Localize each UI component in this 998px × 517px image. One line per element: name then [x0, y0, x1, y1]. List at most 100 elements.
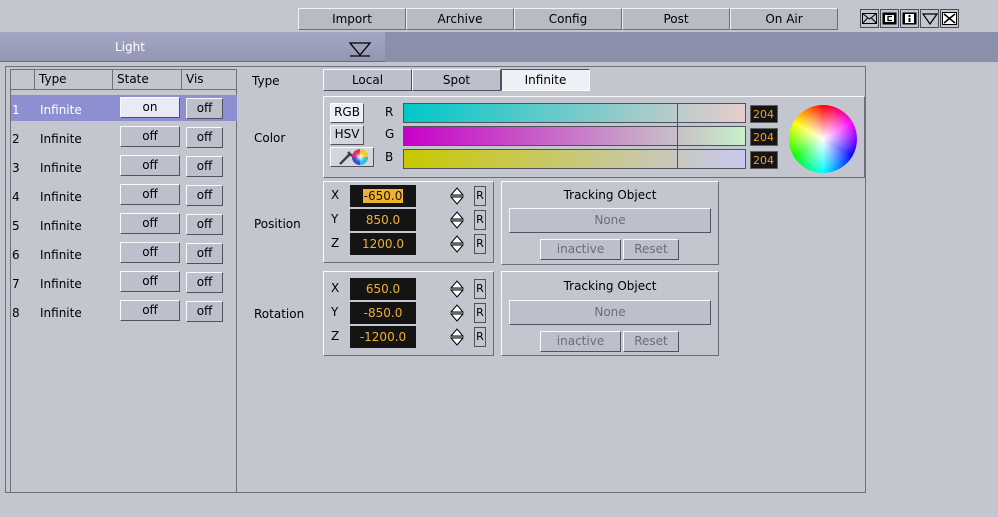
row-state-button[interactable]: off	[120, 184, 180, 205]
import-button[interactable]: Import	[298, 8, 406, 30]
info-icon[interactable]	[900, 9, 919, 28]
row-state-button[interactable]: off	[120, 126, 180, 147]
table-header-vis[interactable]: Vis	[182, 69, 237, 90]
close-icon[interactable]	[940, 9, 959, 28]
g-value-field[interactable]: 204	[750, 128, 778, 146]
g-channel-slider[interactable]	[403, 126, 746, 146]
position-axis-label: Z	[331, 236, 340, 250]
row-vis-button[interactable]: off	[186, 272, 223, 293]
g-channel-label: G	[385, 127, 395, 141]
row-state-button[interactable]: on	[120, 97, 180, 118]
position-tracking-title: Tracking Object	[563, 188, 657, 202]
minimize-icon[interactable]	[920, 9, 939, 28]
row-type[interactable]: Infinite	[40, 277, 82, 291]
row-vis-button[interactable]: off	[186, 185, 223, 206]
spinner-arrows-icon[interactable]	[449, 234, 465, 254]
b-value-field[interactable]: 204	[750, 151, 778, 169]
type-label: Type	[252, 74, 280, 88]
type-local-button[interactable]: Local	[323, 69, 412, 91]
position-axis-label: X	[331, 188, 340, 202]
eyedropper-icon	[339, 149, 368, 165]
row-state-button[interactable]: off	[120, 155, 180, 176]
b-channel-slider[interactable]	[403, 149, 746, 169]
on-air-button[interactable]: On Air	[730, 8, 838, 30]
position-z-field[interactable]: 1200.0	[350, 233, 416, 255]
rotation-y-reset-button[interactable]: R	[474, 303, 486, 323]
b-channel-label: B	[385, 150, 394, 164]
rotation-tracking-inactive-button[interactable]: inactive	[540, 331, 621, 352]
copyright-icon[interactable]	[880, 9, 899, 28]
row-number: 8	[12, 306, 20, 320]
position-y-reset-button[interactable]: R	[474, 210, 486, 230]
rotation-tracking-title: Tracking Object	[563, 279, 657, 293]
rotation-tracking-object-field[interactable]: None	[509, 300, 711, 325]
position-y-field[interactable]: 850.0	[350, 209, 416, 231]
color-wheel[interactable]	[789, 105, 857, 173]
r-channel-slider[interactable]	[403, 103, 746, 123]
row-number: 1	[12, 103, 20, 117]
row-state-button[interactable]: off	[120, 213, 180, 234]
spinner-arrows-icon[interactable]	[449, 327, 465, 347]
row-type[interactable]: Infinite	[40, 248, 82, 262]
spinner-arrows-icon[interactable]	[449, 279, 465, 299]
row-vis-button[interactable]: off	[186, 243, 223, 264]
config-button[interactable]: Config	[514, 8, 622, 30]
rotation-x-reset-button[interactable]: R	[474, 279, 486, 299]
row-vis-button[interactable]: off	[186, 214, 223, 235]
row-state-button[interactable]: off	[120, 271, 180, 292]
row-type[interactable]: Infinite	[40, 103, 82, 117]
r-value-field[interactable]: 204	[750, 105, 778, 123]
rotation-z-reset-button[interactable]: R	[474, 327, 486, 347]
position-axis-label: Y	[331, 212, 339, 226]
rotation-z-field[interactable]: -1200.0	[350, 326, 416, 348]
table-header-state[interactable]: State	[113, 69, 182, 90]
light-selector[interactable]	[0, 32, 385, 62]
row-type[interactable]: Infinite	[40, 161, 82, 175]
row-type[interactable]: Infinite	[40, 219, 82, 233]
rotation-label: Rotation	[254, 307, 305, 321]
row-number: 6	[12, 248, 20, 262]
rotation-axis-label: Y	[331, 305, 339, 319]
row-vis-button[interactable]: off	[186, 156, 223, 177]
position-tracking-object-field[interactable]: None	[509, 208, 711, 233]
hsv-mode-button[interactable]: HSV	[330, 125, 364, 145]
rgb-mode-button[interactable]: RGB	[330, 103, 364, 123]
row-number: 3	[12, 161, 20, 175]
position-label: Position	[254, 217, 301, 231]
row-number: 5	[12, 219, 20, 233]
type-infinite-button[interactable]: Infinite	[501, 69, 590, 91]
row-vis-button[interactable]: off	[186, 301, 223, 322]
position-tracking-inactive-button[interactable]: inactive	[540, 239, 621, 260]
position-z-reset-button[interactable]: R	[474, 234, 486, 254]
row-state-button[interactable]: off	[120, 300, 180, 321]
rotation-axis-label: X	[331, 281, 340, 295]
post-button[interactable]: Post	[622, 8, 730, 30]
rotation-y-field[interactable]: -850.0	[350, 302, 416, 324]
archive-button[interactable]: Archive	[406, 8, 514, 30]
row-vis-button[interactable]: off	[186, 98, 223, 119]
row-vis-button[interactable]: off	[186, 127, 223, 148]
table-header-type[interactable]: Type	[35, 69, 113, 90]
chevron-down-icon[interactable]	[348, 41, 372, 60]
position-x-reset-button[interactable]: R	[474, 186, 486, 206]
table-header-num	[11, 69, 35, 90]
position-tracking-reset-button[interactable]: Reset	[623, 239, 679, 260]
spinner-arrows-icon[interactable]	[449, 186, 465, 206]
type-spot-button[interactable]: Spot	[412, 69, 501, 91]
row-number: 4	[12, 190, 20, 204]
spinner-arrows-icon[interactable]	[449, 210, 465, 230]
row-number: 7	[12, 277, 20, 291]
row-type[interactable]: Infinite	[40, 190, 82, 204]
row-number: 2	[12, 132, 20, 146]
color-picker-button[interactable]	[330, 147, 374, 167]
rotation-tracking-reset-button[interactable]: Reset	[623, 331, 679, 352]
r-channel-label: R	[385, 105, 394, 119]
mail-icon[interactable]	[860, 9, 879, 28]
header-title: Light	[115, 40, 145, 54]
spinner-arrows-icon[interactable]	[449, 303, 465, 323]
rotation-x-field[interactable]: 650.0	[350, 278, 416, 300]
row-state-button[interactable]: off	[120, 242, 180, 263]
row-type[interactable]: Infinite	[40, 306, 82, 320]
position-x-field[interactable]: -650.0	[350, 185, 416, 207]
row-type[interactable]: Infinite	[40, 132, 82, 146]
